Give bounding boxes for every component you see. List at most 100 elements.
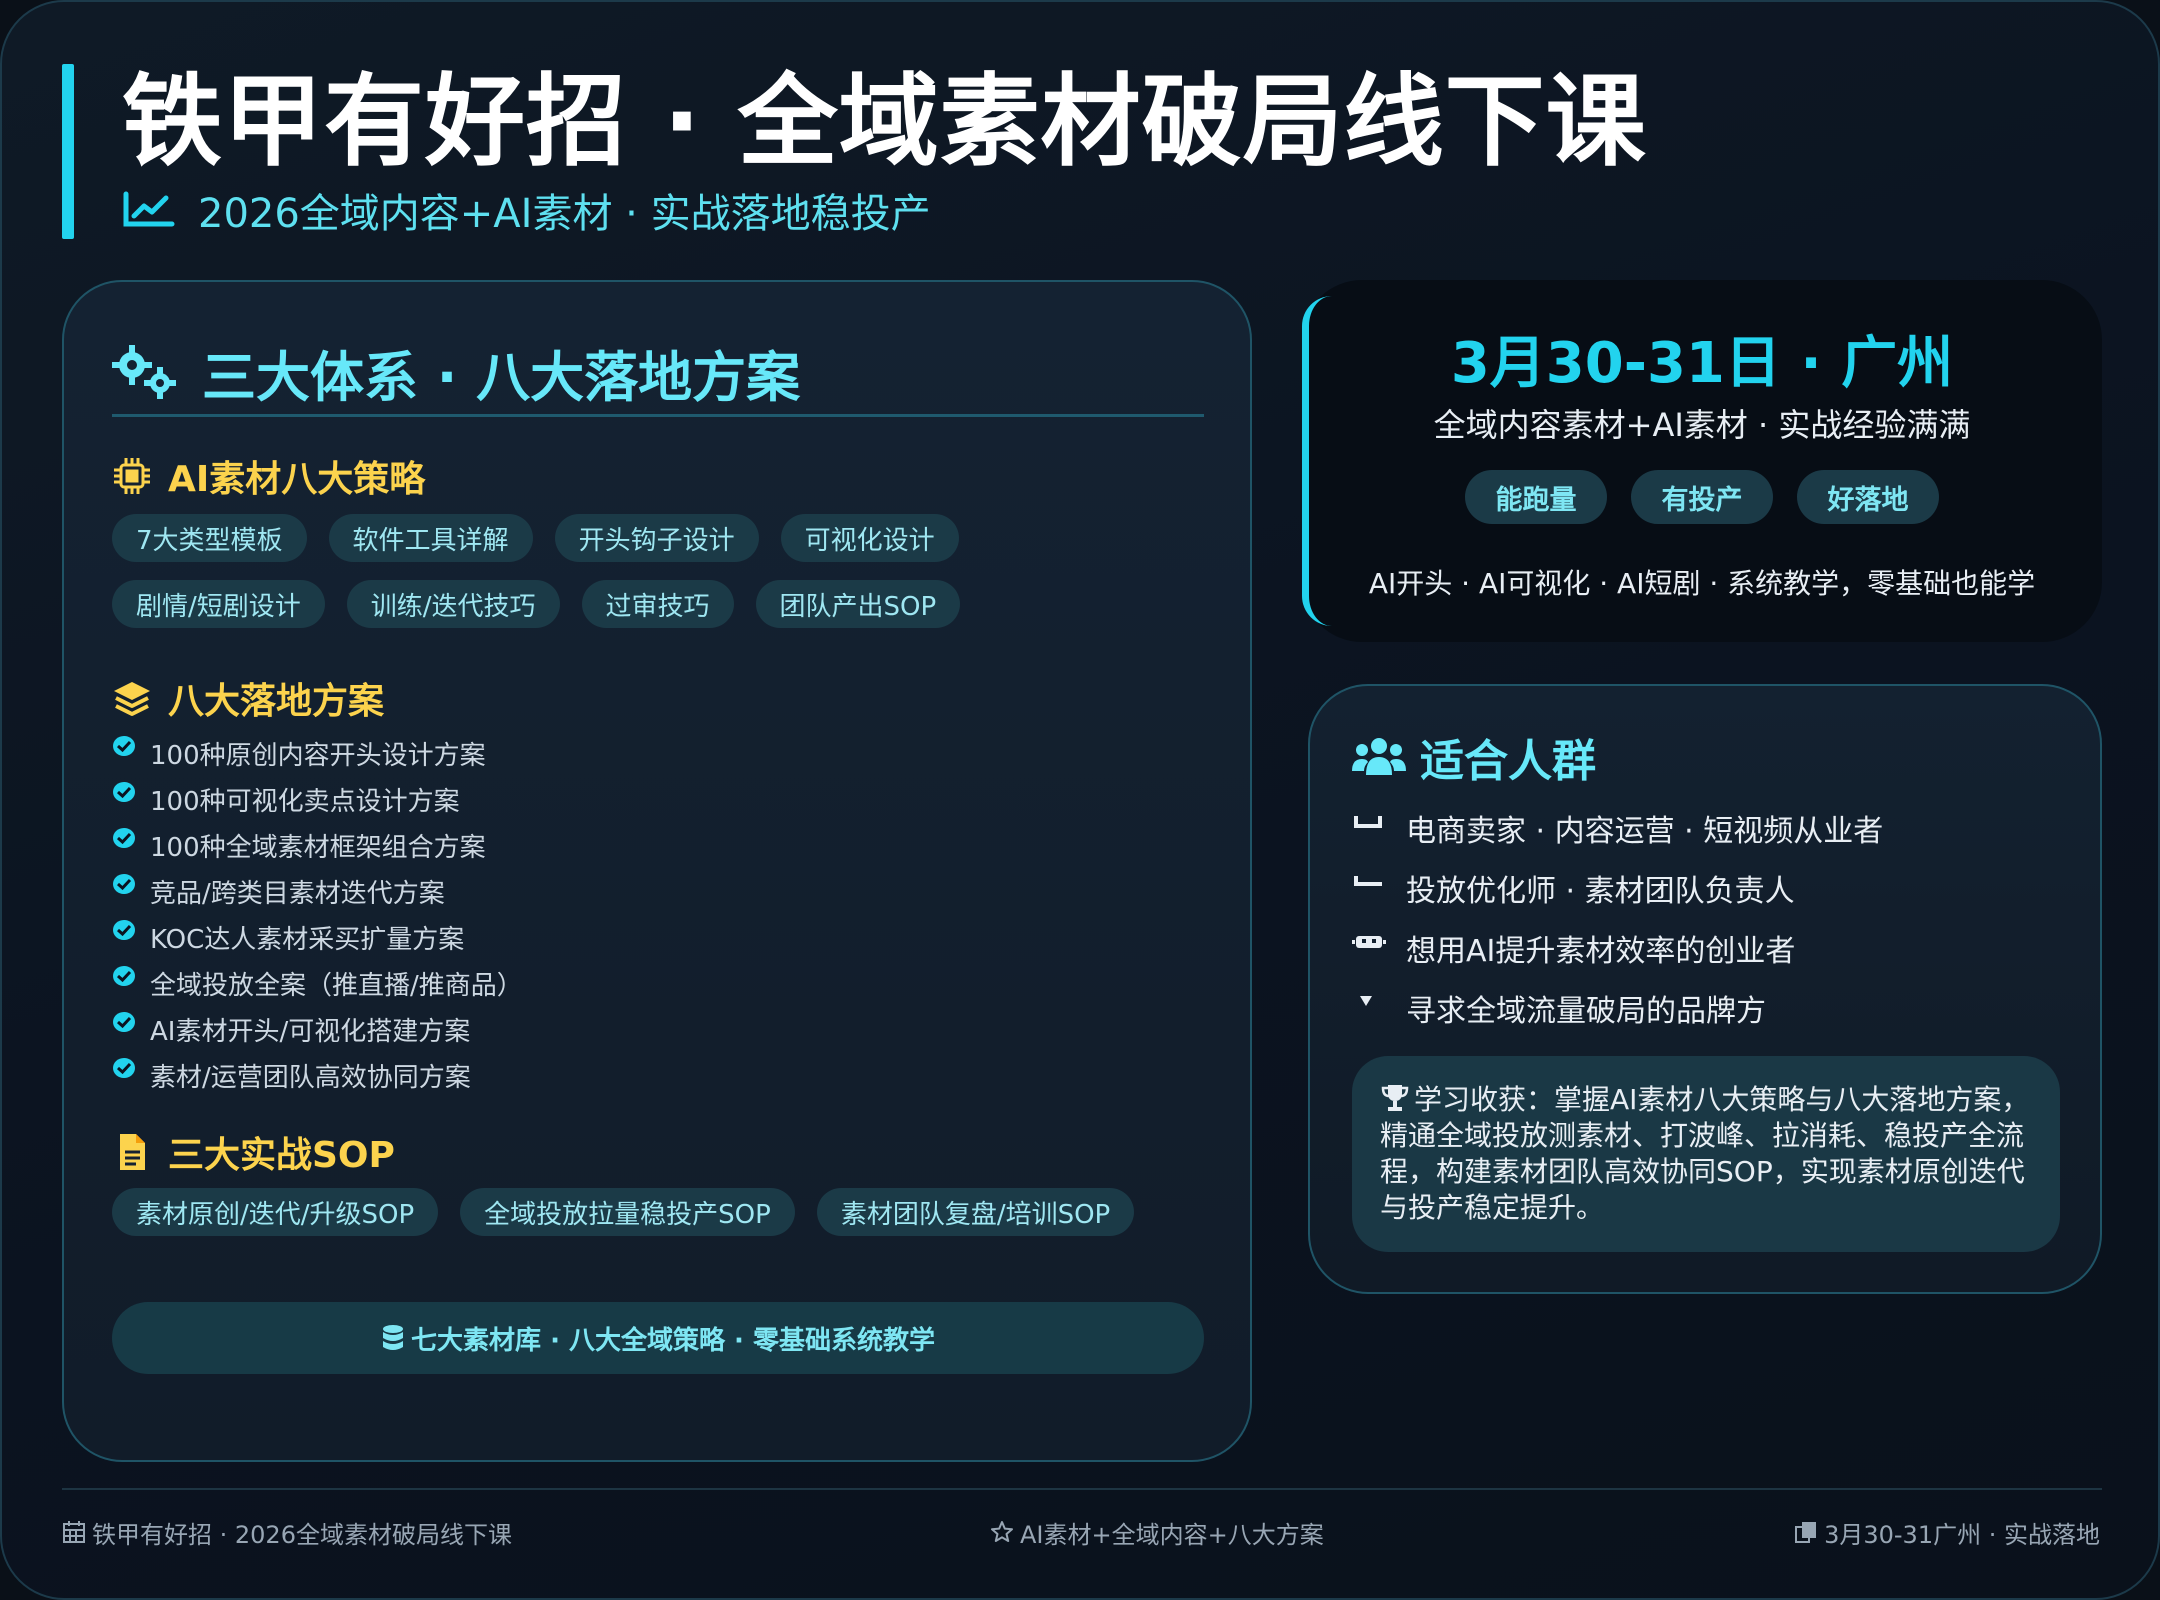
plan-text: KOC达人素材采买扩量方案	[150, 924, 465, 955]
sop-chip: 素材团队复盘/培训SOP	[816, 1188, 1135, 1236]
check-circle-icon	[113, 828, 135, 848]
document-icon	[120, 1134, 145, 1170]
list-item: KOC达人素材采买扩量方案	[112, 914, 912, 960]
audience-title: 适合人群	[1420, 736, 1596, 787]
footer-divider	[62, 1488, 2102, 1490]
strategy-chip: 训练/迭代技巧	[346, 580, 560, 628]
check-circle-icon	[113, 736, 135, 756]
check-circle-icon	[113, 874, 135, 894]
audience-text: 电商卖家 · 内容运营 · 短视频从业者	[1406, 814, 1884, 849]
list-item: 电商卖家 · 内容运营 · 短视频从业者	[1352, 798, 1883, 858]
feature-badge: 能跑量	[1465, 470, 1607, 524]
star-icon	[991, 1521, 1013, 1542]
footer-right: 3月30-31广州 · 实战落地	[1794, 1512, 2100, 1552]
summary-banner: 七大素材库 · 八大全域策略 · 零基础系统教学	[112, 1302, 1204, 1374]
trophy-icon	[1381, 1085, 1409, 1111]
plan-text: 100种原创内容开头设计方案	[150, 740, 486, 771]
check-circle-icon	[113, 966, 135, 986]
learning-outcome-text: 学习收获：掌握AI素材八大策略与八大落地方案，精通全域投放测素材、打波峰、拉消耗…	[1380, 1083, 2030, 1224]
event-card: 3月30-31日 · 广州 全域内容素材+AI素材 · 实战经验满满 能跑量 有…	[1302, 280, 2102, 642]
chip-icon	[114, 458, 150, 494]
users-icon	[1352, 738, 1406, 775]
strategy-chip: 团队产出SOP	[755, 580, 961, 628]
section-plans-title: 八大落地方案	[168, 681, 385, 722]
rocket-icon	[1360, 996, 1372, 1006]
list-item: 100种可视化卖点设计方案	[112, 776, 912, 822]
sop-chip: 素材原创/迭代/升级SOP	[112, 1188, 439, 1236]
section-sops-title: 三大实战SOP	[168, 1135, 395, 1176]
plan-text: 100种可视化卖点设计方案	[150, 786, 460, 817]
plan-text: 竞品/跨类目素材迭代方案	[150, 878, 445, 909]
list-item: 竞品/跨类目素材迭代方案	[112, 868, 912, 914]
event-foot: AI开头 · AI可视化 · AI短剧 · 系统教学，零基础也能学	[1368, 567, 2036, 600]
list-item: 投放优化师 · 素材团队负责人	[1352, 858, 1883, 918]
check-circle-icon	[113, 1058, 135, 1078]
list-item: 素材/运营团队高效协同方案	[112, 1052, 912, 1098]
audience-text: 想用AI提升素材效率的创业者	[1406, 934, 1796, 969]
footer-center: AI素材+全域内容+八大方案	[990, 1512, 1324, 1552]
plan-text: AI素材开头/可视化搭建方案	[150, 1016, 471, 1047]
learning-outcome: 学习收获：掌握AI素材八大策略与八大落地方案，精通全域投放测素材、打波峰、拉消耗…	[1352, 1056, 2060, 1252]
section-strategies-head: AI素材八大策略	[112, 446, 425, 506]
feature-badge: 好落地	[1797, 470, 1939, 524]
list-item: 100种原创内容开头设计方案	[112, 730, 912, 776]
audience-title-row: 适合人群	[1352, 722, 1596, 792]
page-title: 铁甲有好招 · 全域素材破局线下课	[122, 63, 1647, 180]
subtitle: 2026全域内容+AI素材 · 实战落地稳投产	[198, 191, 931, 237]
section-strategies-title: AI素材八大策略	[168, 459, 426, 500]
sop-chips: 素材原创/迭代/升级SOP 全域投放拉量稳投产SOP 素材团队复盘/培训SOP	[112, 1188, 1192, 1236]
sop-chip: 全域投放拉量稳投产SOP	[460, 1188, 795, 1236]
subtitle-row: 2026全域内容+AI素材 · 实战落地稳投产	[122, 180, 931, 240]
list-item: AI素材开头/可视化搭建方案	[112, 1006, 912, 1052]
robot-icon	[1352, 936, 1386, 948]
check-circle-icon	[113, 920, 135, 940]
calendar-icon	[63, 1521, 85, 1543]
strategy-chip: 剧情/短剧设计	[112, 580, 325, 628]
copy-icon	[1795, 1522, 1817, 1543]
strategy-chip: 过审技巧	[581, 580, 734, 628]
system-panel: 三大体系 · 八大落地方案 AI素材八大策略 7大类型模板 软件工具详解 开头钩…	[62, 280, 1252, 1462]
check-circle-icon	[113, 782, 135, 802]
check-circle-icon	[113, 1012, 135, 1032]
audience-text: 寻求全域流量破局的品牌方	[1406, 994, 1766, 1029]
plan-text: 100种全域素材框架组合方案	[150, 832, 486, 863]
list-item: 想用AI提升素材效率的创业者	[1352, 918, 1883, 978]
divider	[112, 414, 1204, 417]
list-item: 寻求全域流量破局的品牌方	[1352, 978, 1883, 1038]
event-date: 3月30-31日 · 广州	[1450, 331, 1954, 396]
strategy-chip: 软件工具详解	[328, 514, 533, 562]
plan-text: 素材/运营团队高效协同方案	[150, 1062, 471, 1093]
list-item: 100种全域素材框架组合方案	[112, 822, 912, 868]
poster: 铁甲有好招 · 全域素材破局线下课 2026全域内容+AI素材 · 实战落地稳投…	[0, 0, 2160, 1600]
chart-line-icon	[1354, 876, 1382, 886]
footer-left: 铁甲有好招 · 2026全域素材破局线下课	[62, 1512, 512, 1552]
event-desc: 全域内容素材+AI素材 · 实战经验满满	[1433, 406, 1971, 444]
list-item: 全域投放全案（推直播/推商品）	[112, 960, 912, 1006]
plan-text: 全域投放全案（推直播/推商品）	[150, 970, 523, 1001]
section-sops-head: 三大实战SOP	[112, 1122, 395, 1182]
accent-bar	[62, 64, 74, 239]
strategy-chip: 可视化设计	[780, 514, 959, 562]
panel-title-row: 三大体系 · 八大落地方案	[112, 332, 800, 412]
audience-list: 电商卖家 · 内容运营 · 短视频从业者 投放优化师 · 素材团队负责人 想用A…	[1352, 798, 1883, 1038]
badge-row: 能跑量 有投产 好落地	[1302, 470, 2102, 524]
store-icon	[1354, 816, 1382, 828]
header: 铁甲有好招 · 全域素材破局线下课 2026全域内容+AI素材 · 实战落地稳投…	[62, 62, 1646, 242]
section-plans-head: 八大落地方案	[112, 668, 384, 728]
plan-list: 100种原创内容开头设计方案 100种可视化卖点设计方案 100种全域素材框架组…	[112, 730, 912, 1098]
strategy-chip: 开头钩子设计	[554, 514, 759, 562]
gears-icon	[112, 345, 176, 399]
layers-icon	[114, 682, 150, 716]
footer-center-text: AI素材+全域内容+八大方案	[1020, 1520, 1324, 1549]
audience-panel: 适合人群 电商卖家 · 内容运营 · 短视频从业者 投放优化师 · 素材团队负责…	[1308, 684, 2102, 1294]
strategy-chip: 7大类型模板	[112, 514, 307, 562]
audience-text: 投放优化师 · 素材团队负责人	[1406, 874, 1795, 909]
feature-badge: 有投产	[1631, 470, 1773, 524]
strategy-chips: 7大类型模板 软件工具详解 开头钩子设计 可视化设计 剧情/短剧设计 训练/迭代…	[112, 514, 1192, 628]
chart-line-icon	[123, 191, 175, 227]
footer-left-text: 铁甲有好招 · 2026全域素材破局线下课	[92, 1520, 512, 1549]
database-icon	[383, 1325, 404, 1350]
panel-title: 三大体系 · 八大落地方案	[202, 345, 801, 409]
footer-right-text: 3月30-31广州 · 实战落地	[1824, 1520, 2100, 1549]
banner-text: 七大素材库 · 八大全域策略 · 零基础系统教学	[411, 1325, 935, 1356]
